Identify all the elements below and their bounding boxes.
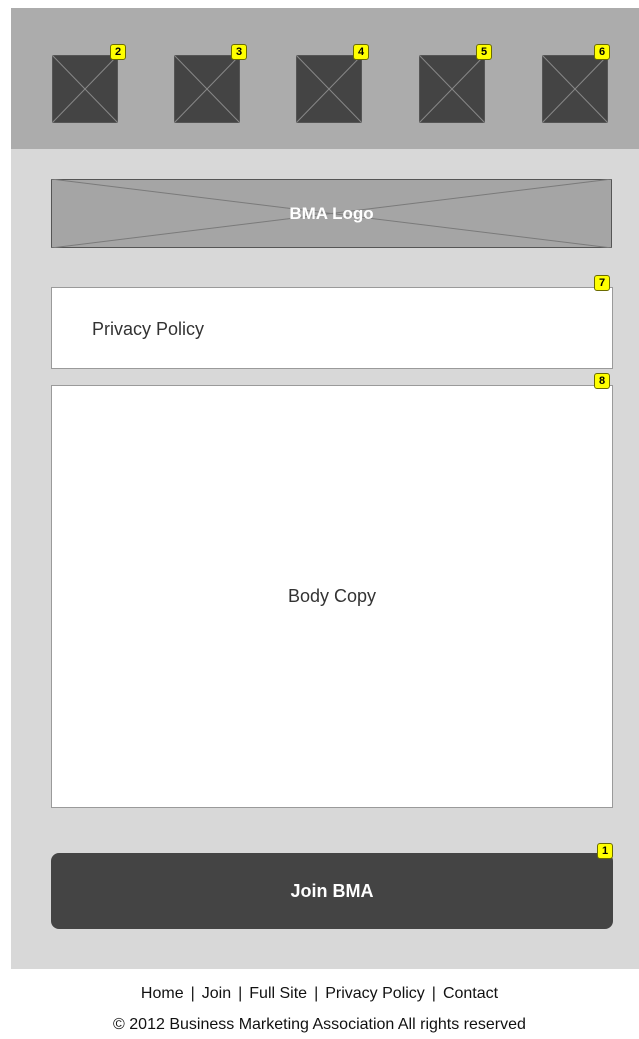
- image-placeholder-icon[interactable]: 6: [542, 44, 610, 123]
- footer-separator: |: [190, 985, 195, 1002]
- annotation-marker: 6: [594, 44, 610, 60]
- image-placeholder-icon: [296, 55, 362, 123]
- privacy-policy-header: Privacy Policy 7: [51, 275, 613, 369]
- footer-separator: |: [431, 985, 436, 1002]
- image-placeholder-icon[interactable]: 5: [419, 44, 492, 123]
- annotation-marker: 7: [594, 275, 610, 291]
- image-placeholder-icon: [174, 55, 240, 123]
- footer-link-contact[interactable]: Contact: [443, 985, 498, 1002]
- body-copy-area: Body Copy 8: [51, 373, 613, 808]
- footer-separator: |: [238, 985, 243, 1002]
- footer-separator: |: [314, 985, 319, 1002]
- image-placeholder-icon[interactable]: 4: [296, 44, 369, 123]
- footer-nav: Home | Join | Full Site | Privacy Policy | Conta…: [0, 985, 639, 1003]
- annotation-marker: 4: [353, 44, 369, 60]
- footer-link-privacy-policy[interactable]: Privacy Policy: [325, 985, 425, 1002]
- annotation-marker: 8: [594, 373, 610, 389]
- main-content: BMA Logo Privacy Policy 7 Body Copy 8 Jo…: [11, 149, 639, 969]
- annotation-marker: 3: [231, 44, 247, 60]
- footer-link-full-site[interactable]: Full Site: [249, 985, 307, 1002]
- join-button[interactable]: Join BMA 1: [51, 843, 613, 929]
- image-placeholder-icon: [542, 55, 608, 123]
- join-button-label: Join BMA: [290, 880, 374, 901]
- privacy-policy-title: Privacy Policy: [92, 319, 205, 339]
- image-placeholder-icon: [419, 55, 485, 123]
- image-placeholder-icon[interactable]: 3: [174, 44, 247, 123]
- annotation-marker: 2: [110, 44, 126, 60]
- footer-link-home[interactable]: Home: [141, 985, 184, 1002]
- annotation-marker: 1: [597, 843, 613, 859]
- footer-link-join[interactable]: Join: [202, 985, 231, 1002]
- top-icon-bar: 2 3 4 5 6: [11, 8, 639, 149]
- body-copy-text: Body Copy: [287, 586, 377, 606]
- image-placeholder-icon[interactable]: 2: [52, 44, 126, 123]
- image-placeholder-icon: [52, 55, 118, 123]
- copyright-text: © 2012 Business Marketing Association Al…: [113, 1016, 526, 1033]
- logo-placeholder: BMA Logo: [51, 179, 612, 248]
- annotation-marker: 5: [476, 44, 492, 60]
- logo-label: BMA Logo: [289, 203, 374, 223]
